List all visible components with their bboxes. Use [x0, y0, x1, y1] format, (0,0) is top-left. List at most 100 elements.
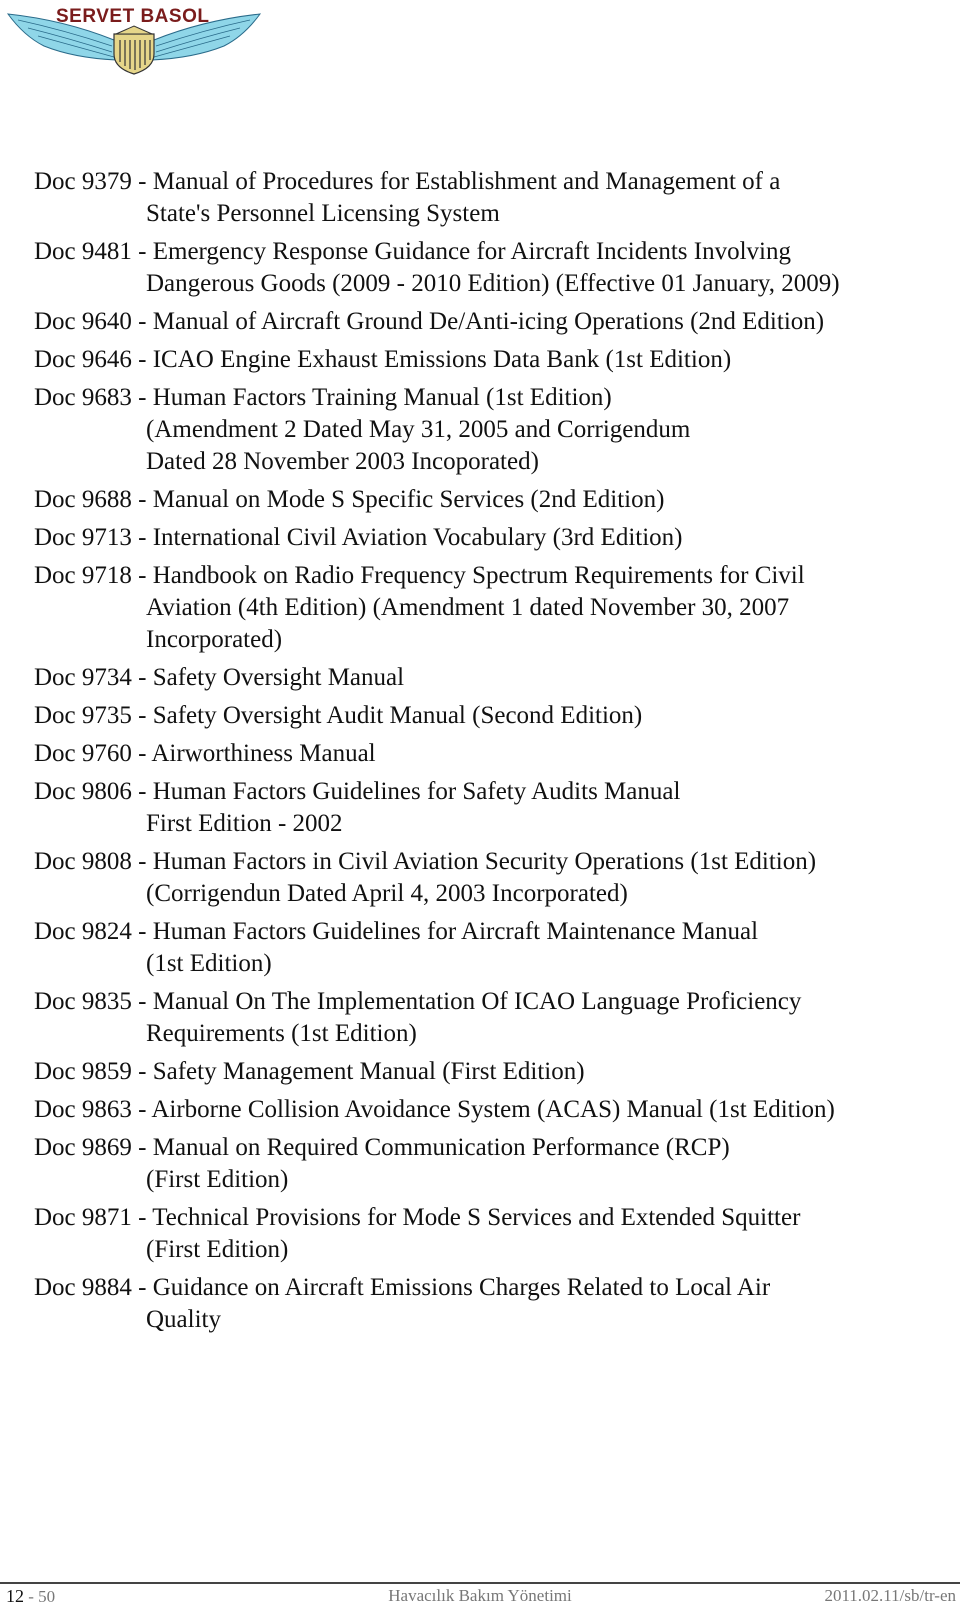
document-number: Doc 9824	[34, 918, 132, 945]
document-title-line: Doc 9683 - Human Factors Training Manual…	[34, 382, 944, 414]
document-entry: Doc 9713 - International Civil Aviation …	[34, 522, 944, 554]
document-title-line: Doc 9869 - Manual on Required Communicat…	[34, 1132, 944, 1164]
separator: -	[131, 1274, 153, 1301]
document-title-line: Doc 9688 - Manual on Mode S Specific Ser…	[34, 484, 944, 516]
document-number: Doc 9735	[34, 702, 132, 729]
document-number: Doc 9379	[34, 168, 132, 195]
document-number: Doc 9734	[34, 664, 132, 691]
separator: -	[131, 664, 153, 691]
document-title: International Civil Aviation Vocabulary …	[152, 524, 683, 551]
document-title: Technical Provisions for Mode S Services…	[152, 1204, 801, 1231]
document-entry: Doc 9863 - Airborne Collision Avoidance …	[34, 1094, 944, 1126]
separator: -	[131, 308, 153, 335]
document-title-continuation: (1st Edition)	[146, 950, 272, 977]
document-title-line: Doc 9859 - Safety Management Manual (Fir…	[34, 1056, 944, 1088]
document-title: Manual on Required Communication Perform…	[152, 1134, 730, 1161]
footer-revision: 2011.02.11/sb/tr-en	[824, 1586, 956, 1605]
separator: -	[131, 918, 153, 945]
separator: -	[131, 1058, 153, 1085]
document-title: Safety Management Manual (First Edition)	[152, 1058, 585, 1085]
document-number: Doc 9640	[34, 308, 132, 335]
document-number: Doc 9863	[34, 1096, 132, 1123]
separator: -	[131, 740, 152, 767]
document-title-continuation: (First Edition)	[146, 1236, 289, 1263]
document-title-line: Doc 9379 - Manual of Procedures for Esta…	[34, 166, 944, 198]
document-entry: Doc 9760 - Airworthiness Manual	[34, 738, 944, 770]
document-number: Doc 9884	[34, 1274, 132, 1301]
separator: -	[131, 988, 153, 1015]
document-title-line: Doc 9640 - Manual of Aircraft Ground De/…	[34, 306, 944, 338]
document-title-continuation: (Corrigendun Dated April 4, 2003 Incorpo…	[146, 880, 628, 907]
document-title-continuation: Incorporated)	[146, 626, 283, 653]
document-title: Manual of Aircraft Ground De/Anti-icing …	[152, 308, 825, 335]
separator: -	[131, 848, 153, 875]
document-entry: Doc 9688 - Manual on Mode S Specific Ser…	[34, 484, 944, 516]
document-title: Guidance on Aircraft Emissions Charges R…	[152, 1274, 771, 1301]
document-title-line: Doc 9713 - International Civil Aviation …	[34, 522, 944, 554]
document-number: Doc 9713	[34, 524, 132, 551]
document-number: Doc 9760	[34, 740, 132, 767]
document-title: Manual of Procedures for Establishment a…	[152, 168, 781, 195]
document-title: Safety Oversight Manual	[152, 664, 405, 691]
document-entry: Doc 9683 - Human Factors Training Manual…	[34, 382, 944, 478]
document-entry: Doc 9869 - Manual on Required Communicat…	[34, 1132, 944, 1196]
document-title-line: Doc 9884 - Guidance on Aircraft Emission…	[34, 1272, 944, 1304]
document-title-continuation: (First Edition)	[146, 1166, 289, 1193]
document-title-line: Doc 9760 - Airworthiness Manual	[34, 738, 944, 770]
document-title-continuation: Aviation (4th Edition) (Amendment 1 date…	[146, 594, 790, 621]
document-title: Human Factors Training Manual (1st Editi…	[152, 384, 612, 411]
document-entry: Doc 9808 - Human Factors in Civil Aviati…	[34, 846, 944, 910]
document-number: Doc 9683	[34, 384, 132, 411]
document-entry: Doc 9824 - Human Factors Guidelines for …	[34, 916, 944, 980]
separator: -	[131, 384, 153, 411]
separator: -	[131, 346, 153, 373]
separator: -	[131, 1096, 152, 1123]
document-number: Doc 9481	[34, 238, 132, 265]
document-title-continuation: Quality	[146, 1306, 221, 1333]
document-number: Doc 9835	[34, 988, 132, 1015]
footer-title: Havacılık Bakım Yönetimi	[388, 1586, 572, 1605]
document-title-continuation: (Amendment 2 Dated May 31, 2005 and Corr…	[146, 416, 691, 443]
document-title-line: Doc 9481 - Emergency Response Guidance f…	[34, 236, 944, 268]
document-number: Doc 9688	[34, 486, 132, 513]
document-title: Human Factors Guidelines for Aircraft Ma…	[152, 918, 759, 945]
document-entry: Doc 9871 - Technical Provisions for Mode…	[34, 1202, 944, 1266]
document-entry: Doc 9835 - Manual On The Implementation …	[34, 986, 944, 1050]
separator: -	[131, 562, 153, 589]
document-title-line: Doc 9734 - Safety Oversight Manual	[34, 662, 944, 694]
document-title-line: Doc 9808 - Human Factors in Civil Aviati…	[34, 846, 944, 878]
separator: -	[131, 1134, 153, 1161]
document-number: Doc 9808	[34, 848, 132, 875]
separator: -	[131, 1204, 153, 1231]
document-title: Manual On The Implementation Of ICAO Lan…	[152, 988, 802, 1015]
footer-divider	[0, 1582, 960, 1584]
document-number: Doc 9646	[34, 346, 132, 373]
document-title-continuation: Requirements (1st Edition)	[146, 1020, 417, 1047]
document-title-line: Doc 9806 - Human Factors Guidelines for …	[34, 776, 944, 808]
document-number: Doc 9718	[34, 562, 132, 589]
document-entry: Doc 9734 - Safety Oversight Manual	[34, 662, 944, 694]
document-title: Emergency Response Guidance for Aircraft…	[152, 238, 791, 265]
separator: -	[131, 168, 153, 195]
document-entry: Doc 9859 - Safety Management Manual (Fir…	[34, 1056, 944, 1088]
document-number: Doc 9869	[34, 1134, 132, 1161]
document-number: Doc 9806	[34, 778, 132, 805]
document-title: Airworthiness Manual	[151, 740, 376, 767]
document-title: ICAO Engine Exhaust Emissions Data Bank …	[152, 346, 732, 373]
document-title-line: Doc 9824 - Human Factors Guidelines for …	[34, 916, 944, 948]
document-title: Human Factors Guidelines for Safety Audi…	[152, 778, 681, 805]
document-title: Airborne Collision Avoidance System (ACA…	[151, 1096, 835, 1123]
document-title-line: Doc 9871 - Technical Provisions for Mode…	[34, 1202, 944, 1234]
document-title-line: Doc 9718 - Handbook on Radio Frequency S…	[34, 560, 944, 592]
separator: -	[131, 778, 153, 805]
document-entry: Doc 9718 - Handbook on Radio Frequency S…	[34, 560, 944, 656]
document-entry: Doc 9640 - Manual of Aircraft Ground De/…	[34, 306, 944, 338]
document-title-line: Doc 9863 - Airborne Collision Avoidance …	[34, 1094, 944, 1126]
document-title: Human Factors in Civil Aviation Security…	[152, 848, 817, 875]
document-title-continuation: Dated 28 November 2003 Incoporated)	[146, 448, 539, 475]
document-title: Safety Oversight Audit Manual (Second Ed…	[152, 702, 643, 729]
separator: -	[131, 702, 153, 729]
document-title-line: Doc 9835 - Manual On The Implementation …	[34, 986, 944, 1018]
document-number: Doc 9859	[34, 1058, 132, 1085]
document-entry: Doc 9735 - Safety Oversight Audit Manual…	[34, 700, 944, 732]
